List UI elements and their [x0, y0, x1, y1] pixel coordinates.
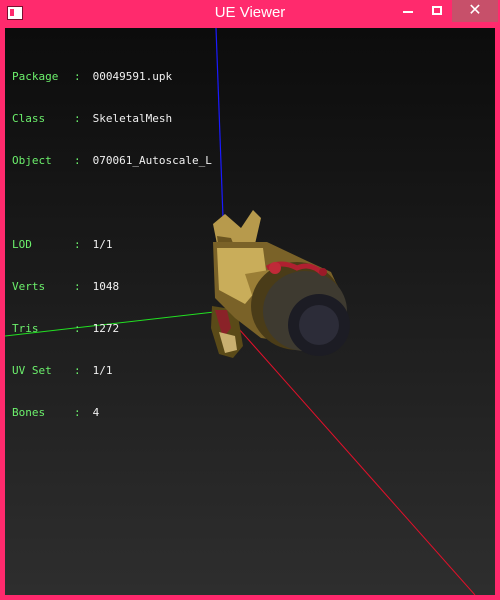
info-label-object: Object	[12, 154, 52, 167]
minimize-icon	[403, 11, 413, 13]
mesh-model[interactable]	[211, 210, 350, 358]
info-sep: :	[74, 238, 81, 251]
minimize-button[interactable]	[392, 0, 424, 22]
maximize-button[interactable]	[424, 0, 452, 22]
app-window: UE Viewer ✕ Package: 00049591.upk Class…	[0, 0, 500, 600]
info-sep: :	[74, 406, 81, 419]
info-label-tris: Tris	[12, 322, 39, 335]
info-label-bones: Bones	[12, 406, 46, 419]
info-value-class: SkeletalMesh	[92, 112, 173, 125]
title-bar[interactable]: UE Viewer ✕	[0, 0, 500, 28]
info-label-uvset: UV Set	[12, 364, 52, 377]
info-sep: :	[74, 112, 81, 125]
info-row-class: Class: SkeletalMesh	[12, 112, 212, 126]
info-row-object: Object: 070061_Autoscale_L	[12, 154, 212, 168]
info-value-object: 070061_Autoscale_L	[92, 154, 212, 167]
info-value-bones: 4	[92, 406, 100, 419]
info-row-bones: Bones: 4	[12, 406, 212, 420]
info-sep: :	[74, 154, 81, 167]
close-button[interactable]: ✕	[452, 0, 498, 22]
info-sep: :	[74, 70, 81, 83]
info-value-tris: 1272	[92, 322, 120, 335]
info-label-verts: Verts	[12, 280, 46, 293]
info-row-package: Package: 00049591.upk	[12, 70, 212, 84]
3d-viewport[interactable]: Package: 00049591.upk Class: SkeletalMes…	[5, 28, 495, 595]
info-label-lod: LOD	[12, 238, 32, 251]
info-row-tris: Tris: 1272	[12, 322, 212, 336]
info-sep: :	[74, 364, 81, 377]
info-row-uvset: UV Set: 1/1	[12, 364, 212, 378]
info-row-lod: LOD: 1/1	[12, 238, 212, 252]
z-axis-line	[215, 28, 224, 219]
x-axis-line	[222, 310, 476, 595]
info-value-lod: 1/1	[92, 238, 113, 251]
info-value-verts: 1048	[92, 280, 120, 293]
info-value-uvset: 1/1	[92, 364, 113, 377]
info-sep: :	[74, 280, 81, 293]
info-value-package: 00049591.upk	[92, 70, 173, 83]
info-label-class: Class	[12, 112, 46, 125]
info-label-package: Package	[12, 70, 59, 83]
mesh-info-panel: Package: 00049591.upk Class: SkeletalMes…	[12, 42, 212, 448]
info-row-verts: Verts: 1048	[12, 280, 212, 294]
maximize-icon	[432, 6, 442, 15]
close-icon: ✕	[468, 2, 482, 19]
info-sep: :	[74, 322, 81, 335]
